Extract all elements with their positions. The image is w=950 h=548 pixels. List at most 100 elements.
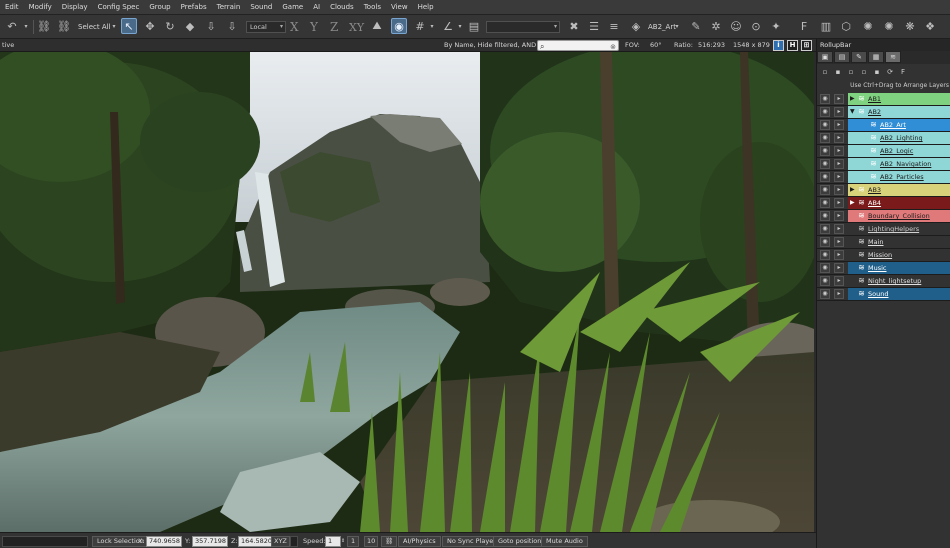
terrain-snap-icon[interactable]: ⛰: [369, 18, 385, 34]
freeze-toggle-icon[interactable]: ▸: [834, 107, 844, 117]
ai-physics-icon[interactable]: ⛓: [381, 536, 398, 547]
speed-1-button[interactable]: 1: [347, 536, 360, 547]
layer-stack-icon[interactable]: ◈: [628, 18, 644, 34]
freeze-toggle-icon[interactable]: ▸: [834, 185, 844, 195]
speed-10-button[interactable]: 10: [364, 536, 379, 547]
layer-cell[interactable]: ▶ ≋ AB4: [848, 197, 950, 209]
freeze-toggle-icon[interactable]: ▸: [834, 172, 844, 182]
visibility-toggle-icon[interactable]: ◉: [820, 211, 830, 221]
layer-row[interactable]: ◉ ▸ ≋ Night_lightsetup: [817, 275, 950, 288]
layer-row[interactable]: ◉ ▸ ≋ AB2_Navigation: [817, 158, 950, 171]
asset-browser-icon[interactable]: ⊙: [748, 18, 764, 34]
tab-layers[interactable]: ≋: [885, 51, 901, 63]
layer-row[interactable]: ◉ ▸ ▶ ≋ AB3: [817, 184, 950, 197]
new-layer-icon[interactable]: ▫: [820, 67, 830, 77]
render-icon[interactable]: ⬡: [838, 18, 854, 34]
freeze-toggle-icon[interactable]: ▸: [834, 224, 844, 234]
layer-cell[interactable]: ≋ LightingHelpers: [848, 223, 950, 235]
export-layer-icon[interactable]: ▫: [846, 67, 856, 77]
speed-input[interactable]: 1: [325, 536, 341, 547]
unlink-icon[interactable]: ⛓: [56, 18, 72, 34]
freeze-toggle-icon[interactable]: ▸: [834, 211, 844, 221]
move-tool-icon[interactable]: ✥: [142, 18, 158, 34]
visibility-toggle-icon[interactable]: ◉: [820, 107, 830, 117]
select-all-label[interactable]: Select All: [78, 18, 111, 36]
visibility-toggle-icon[interactable]: ◉: [820, 198, 830, 208]
menu-group[interactable]: Group: [144, 0, 175, 15]
scale-tool-icon[interactable]: ◆: [182, 18, 198, 34]
layer-cell[interactable]: ≋ AB2_Particles: [848, 171, 950, 183]
freeze-toggle-icon[interactable]: ▸: [834, 146, 844, 156]
layer-cell[interactable]: ≋ AB2_Art: [848, 119, 950, 131]
layer-list-icon[interactable]: ≡: [606, 18, 622, 34]
xyz-dropdown[interactable]: [290, 536, 298, 547]
menu-help[interactable]: Help: [413, 0, 439, 15]
expand-icon[interactable]: ▶: [850, 184, 855, 196]
z-coordinate-field[interactable]: 164.5820: [238, 536, 274, 547]
collapse-icon[interactable]: ▼: [850, 106, 855, 118]
angle-snap-icon[interactable]: ∠: [440, 18, 456, 34]
x-coordinate-field[interactable]: 740.9658: [146, 536, 182, 547]
menu-display[interactable]: Display: [57, 0, 93, 15]
select-by-name-icon[interactable]: ☰: [586, 18, 602, 34]
y-coordinate-field[interactable]: 357.7198: [192, 536, 228, 547]
layer-row[interactable]: ◉ ▸ ▶ ≋ AB4: [817, 197, 950, 210]
ruler-icon[interactable]: ▤: [466, 18, 482, 34]
visibility-toggle-icon[interactable]: ◉: [820, 159, 830, 169]
ai-physics-button[interactable]: AI/Physics: [398, 536, 441, 547]
menu-sound[interactable]: Sound: [245, 0, 277, 15]
goto-position-button[interactable]: Goto position: [493, 536, 547, 547]
angle-dropdown-icon[interactable]: ▾: [456, 18, 464, 34]
undo-dropdown-icon[interactable]: ▾: [22, 18, 30, 34]
track-view-icon[interactable]: ✦: [768, 18, 784, 34]
layer-row[interactable]: ◉ ▸ ≋ Main: [817, 236, 950, 249]
menu-terrain[interactable]: Terrain: [212, 0, 246, 15]
flowgraph-icon[interactable]: F: [796, 18, 812, 34]
visibility-toggle-icon[interactable]: ◉: [820, 185, 830, 195]
layer-cell[interactable]: ≋ AB2_Logic: [848, 145, 950, 157]
layer-row[interactable]: ◉ ▸ ≋ Boundary_Collision: [817, 210, 950, 223]
visibility-toggle-icon[interactable]: ◉: [820, 146, 830, 156]
import-layer-icon[interactable]: ▫: [859, 67, 869, 77]
layer-row[interactable]: ◉ ▸ ≋ AB2_Art: [817, 119, 950, 132]
axis-z-button[interactable]: Z: [330, 18, 338, 36]
layer-row[interactable]: ◉ ▸ ≋ Sound: [817, 288, 950, 301]
vegetation-icon[interactable]: ❖: [922, 18, 938, 34]
freeze-layer-icon[interactable]: F: [898, 67, 908, 77]
expand-icon[interactable]: ▶: [850, 93, 855, 105]
snap-object-icon[interactable]: ⇩: [224, 18, 240, 34]
layer-row[interactable]: ◉ ▸ ≋ Music: [817, 262, 950, 275]
axis-y-button[interactable]: Y: [310, 18, 318, 36]
settings-icon[interactable]: ✺: [881, 18, 897, 34]
grid-icon[interactable]: #: [412, 18, 428, 34]
script-icon[interactable]: ▥: [818, 18, 834, 34]
layer-row[interactable]: ◉ ▸ ≋ LightingHelpers: [817, 223, 950, 236]
freeze-toggle-icon[interactable]: ▸: [834, 289, 844, 299]
tab-objects[interactable]: ▣: [817, 51, 833, 63]
current-layer-label[interactable]: AB2_Art: [648, 18, 676, 36]
freeze-toggle-icon[interactable]: ▸: [834, 263, 844, 273]
visibility-toggle-icon[interactable]: ◉: [820, 172, 830, 182]
undo-icon[interactable]: ↶: [4, 18, 20, 34]
layer-dropdown-icon[interactable]: ▾: [673, 18, 681, 34]
freeze-toggle-icon[interactable]: ▸: [834, 250, 844, 260]
layer-cell[interactable]: ≋ AB2_Lighting: [848, 132, 950, 144]
menu-config-spec[interactable]: Config Spec: [93, 0, 145, 15]
layer-row[interactable]: ◉ ▸ ≋ AB2_Logic: [817, 145, 950, 158]
material-icon[interactable]: ✎: [688, 18, 704, 34]
grid-dropdown-icon[interactable]: ▾: [428, 18, 436, 34]
resolution-value[interactable]: 1548 x 879: [733, 39, 770, 52]
layer-cell[interactable]: ≋ Sound: [848, 288, 950, 300]
layer-cell[interactable]: ≋ Mission: [848, 249, 950, 261]
menu-edit[interactable]: Edit: [0, 0, 24, 15]
select-dropdown-icon[interactable]: ▾: [110, 18, 118, 34]
freeze-toggle-icon[interactable]: ▸: [834, 159, 844, 169]
select-tool-icon[interactable]: ↖: [121, 18, 137, 34]
visibility-toggle-icon[interactable]: ◉: [820, 133, 830, 143]
menu-prefabs[interactable]: Prefabs: [176, 0, 212, 15]
grid-snap-icon[interactable]: ◉: [391, 18, 407, 34]
layer-cell[interactable]: ≋ Boundary_Collision: [848, 210, 950, 222]
snap-terrain-icon[interactable]: ⇩: [203, 18, 219, 34]
menu-modify[interactable]: Modify: [24, 0, 57, 15]
menu-tools[interactable]: Tools: [359, 0, 386, 15]
